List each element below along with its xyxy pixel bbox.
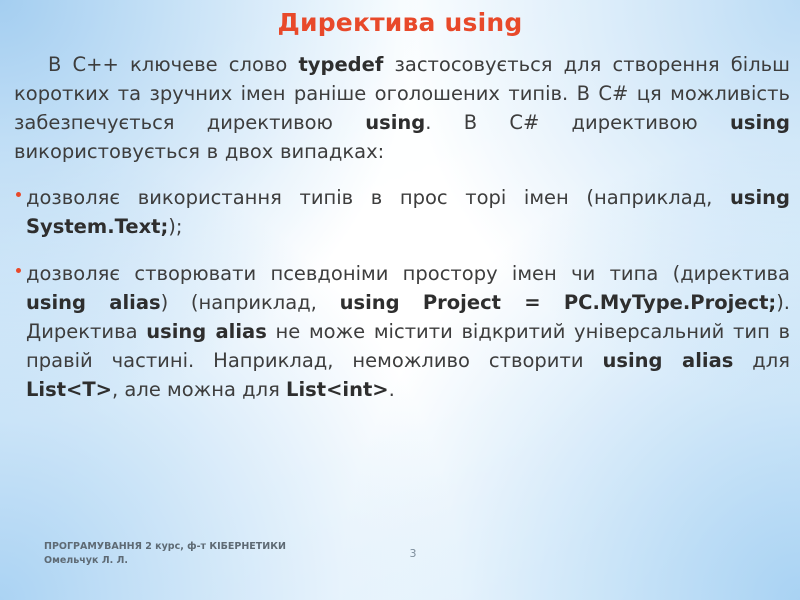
slide-footer: ПРОГРАМУВАННЯ 2 курс, ф-т КІБЕРНЕТИКИ Ом… xyxy=(44,540,384,567)
slide-title: Директива using xyxy=(277,8,523,37)
bullet-dot-icon xyxy=(16,268,21,273)
slide-content-layer: Директива using В С++ ключеве слово type… xyxy=(0,0,800,600)
page-number: 3 xyxy=(409,547,417,560)
footer-course-line: ПРОГРАМУВАННЯ 2 курс, ф-т КІБЕРНЕТИКИ xyxy=(44,541,286,552)
list-item-text: дозволяє використання типів в прос торі … xyxy=(26,186,790,238)
list-item: дозволяє створювати псевдоніми простору … xyxy=(14,259,790,404)
bullet-list: дозволяє використання типів в прос торі … xyxy=(14,183,790,404)
slide-body: В С++ ключеве слово typedef застосовуєть… xyxy=(14,50,790,422)
list-item-text: дозволяє створювати псевдоніми простору … xyxy=(26,262,790,401)
bullet-dot-icon xyxy=(16,192,21,197)
footer-author-line: Омельчук Л. Л. xyxy=(44,554,129,566)
list-item: дозволяє використання типів в прос торі … xyxy=(14,183,790,241)
presentation-slide: Директива using В С++ ключеве слово type… xyxy=(0,0,800,600)
intro-paragraph: В С++ ключеве слово typedef застосовуєть… xyxy=(14,53,790,163)
